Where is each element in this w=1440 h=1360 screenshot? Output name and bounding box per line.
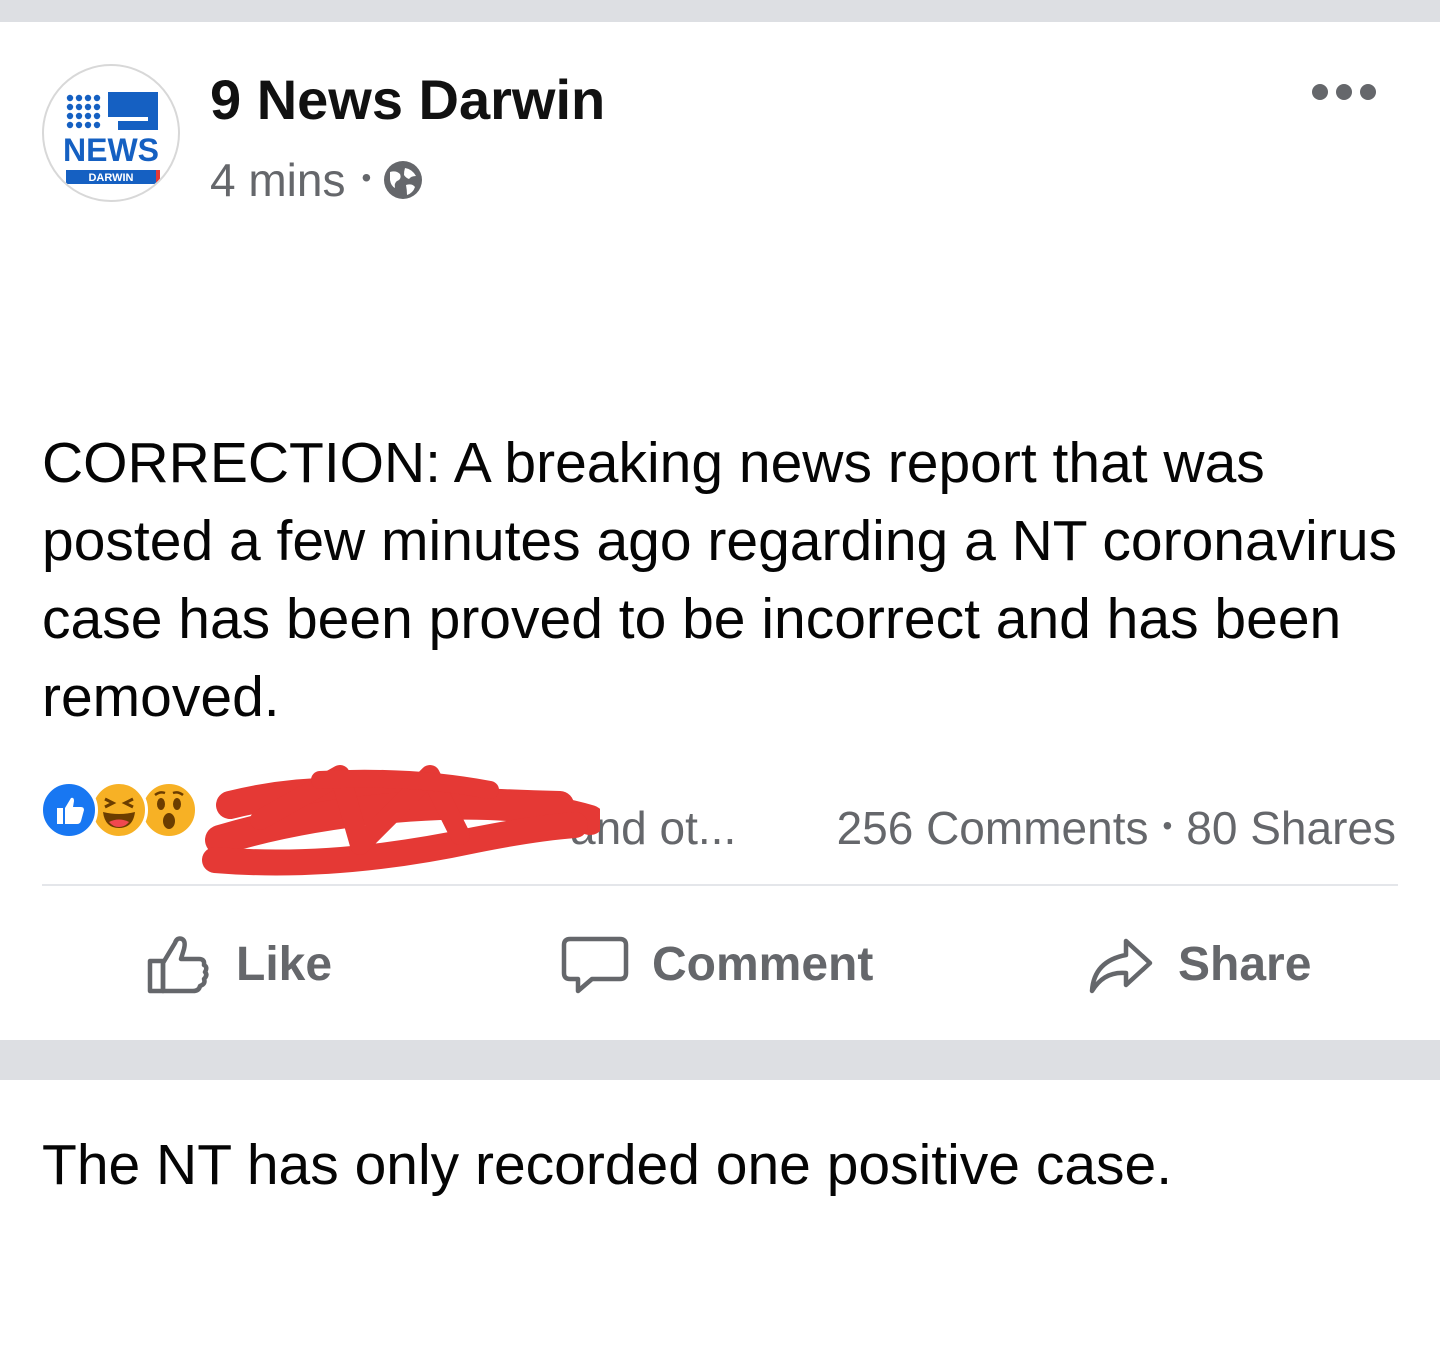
page-avatar[interactable]: NEWS DARWIN bbox=[42, 64, 180, 202]
haha-reaction-icon bbox=[90, 781, 148, 839]
feed-post: NEWS DARWIN 9 News Darwin 4 mins • CORRE… bbox=[0, 22, 1440, 1197]
more-dot-icon bbox=[1312, 84, 1328, 100]
comment-button[interactable]: Comment bbox=[560, 922, 873, 1006]
post-timestamp[interactable]: 4 mins bbox=[210, 152, 345, 208]
like-reaction-icon bbox=[40, 781, 98, 839]
nine-news-logo: NEWS DARWIN bbox=[63, 92, 160, 184]
comments-count[interactable]: 256 Comments bbox=[837, 800, 1149, 856]
share-arrow-icon bbox=[1089, 938, 1153, 994]
wow-reaction-icon bbox=[140, 781, 198, 839]
more-options-button[interactable] bbox=[1312, 80, 1376, 104]
action-divider bbox=[42, 884, 1398, 886]
globe-icon bbox=[384, 161, 423, 199]
page-name-link[interactable]: 9 News Darwin bbox=[210, 68, 605, 132]
feed-top-separator bbox=[0, 0, 1440, 22]
share-button[interactable]: Share bbox=[1086, 922, 1311, 1006]
post-paragraph: CORRECTION: A breaking news report that … bbox=[42, 431, 1413, 729]
meta-separator: • bbox=[361, 162, 372, 193]
engagement-counts: 256 Comments • 80 Shares bbox=[837, 800, 1396, 856]
post-paragraph: The NT has only recorded one positive ca… bbox=[42, 1133, 1173, 1197]
like-label: Like bbox=[236, 937, 333, 991]
post-action-bar: Like Comment Share bbox=[0, 922, 1440, 1042]
redaction-scribble bbox=[202, 765, 600, 876]
shares-count[interactable]: 80 Shares bbox=[1186, 800, 1396, 856]
thumbs-up-icon bbox=[147, 936, 209, 994]
svg-text:NEWS: NEWS bbox=[63, 132, 159, 168]
comment-label: Comment bbox=[652, 937, 874, 991]
share-label: Share bbox=[1178, 937, 1312, 991]
counts-separator: • bbox=[1162, 810, 1173, 841]
feed-bottom-separator bbox=[0, 1040, 1440, 1080]
more-dot-icon bbox=[1360, 84, 1376, 100]
like-button[interactable]: Like bbox=[144, 922, 332, 1006]
comment-bubble-icon bbox=[561, 936, 629, 994]
svg-text:DARWIN: DARWIN bbox=[88, 172, 133, 184]
post-meta: 4 mins • bbox=[210, 152, 425, 208]
reactions-summary[interactable] bbox=[40, 778, 198, 842]
more-dot-icon bbox=[1336, 84, 1352, 100]
